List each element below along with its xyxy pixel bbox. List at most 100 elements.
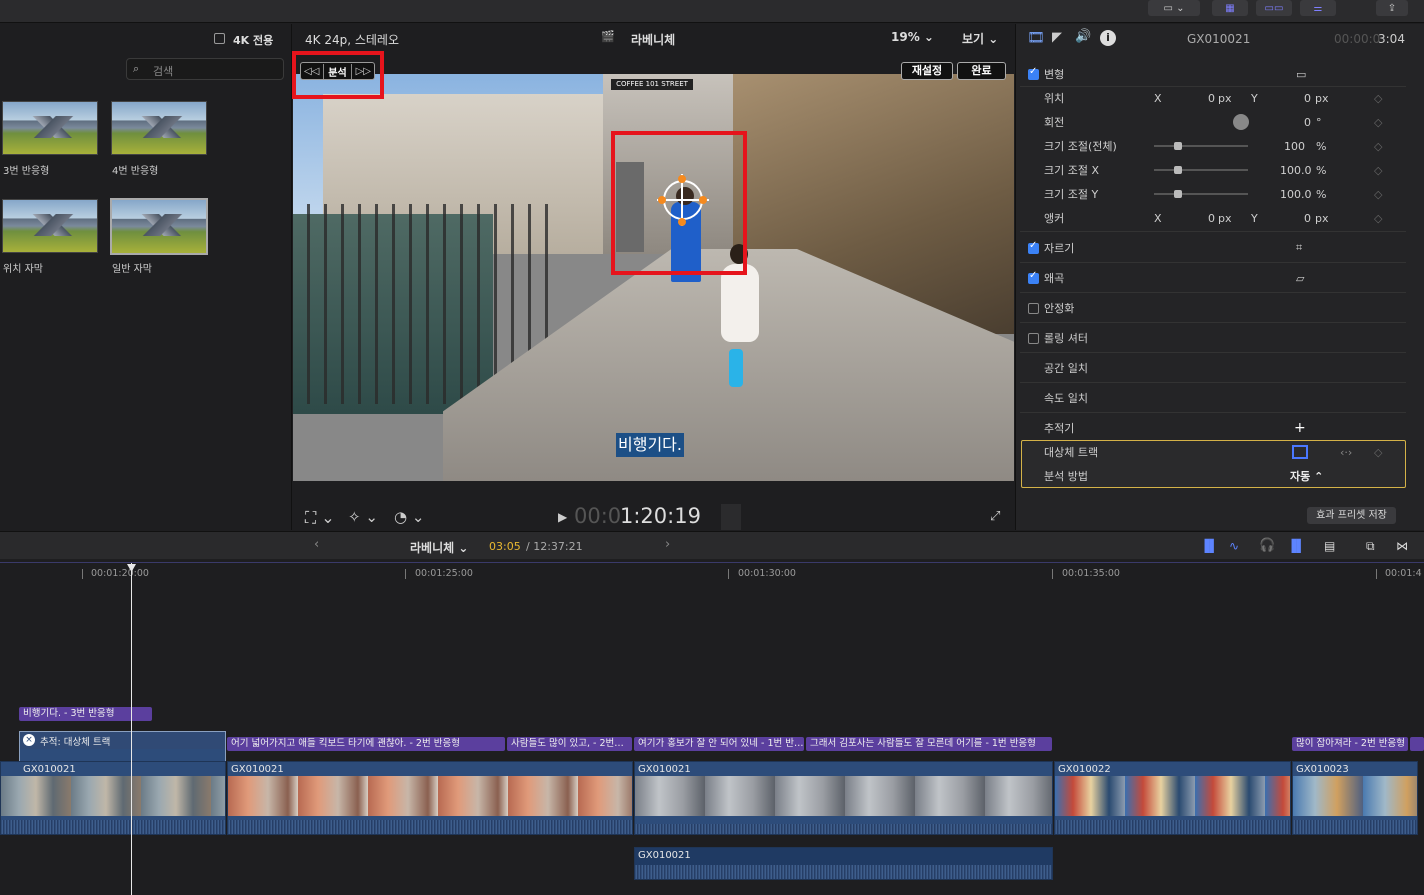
browser-item-thumb[interactable] (2, 101, 98, 155)
keyframe-icon[interactable]: ◇ (1374, 446, 1382, 459)
timeline-project-menu[interactable]: 라베니체 ⌄ (410, 539, 468, 556)
transform-tool-icon[interactable]: ⛶ ⌄ (305, 508, 335, 528)
keyframe-icon[interactable]: ◇ (1374, 140, 1382, 153)
title-clip[interactable]: 사람들도 많이 있고, - 2번… (507, 737, 632, 751)
video-clip[interactable]: GX010021 (0, 761, 226, 835)
keyframe-icon[interactable]: ◇ (1374, 92, 1382, 105)
scale-x-slider[interactable] (1154, 166, 1248, 174)
title-clip[interactable]: 여기가 홍보가 잘 안 되어 있네 - 1번 반… (634, 737, 804, 751)
anchor-y-value[interactable]: 0 (1304, 212, 1311, 225)
video-inspector-icon[interactable]: 🎞 (1027, 30, 1045, 46)
title-clip[interactable] (1410, 737, 1424, 751)
waveform-icon[interactable]: ∿ (1229, 539, 1239, 553)
browser-item-label: 4번 반응형 (112, 166, 159, 177)
anchor-label: 앵커 (1044, 212, 1065, 225)
title-clip[interactable]: 비행기다. - 3번 반응형 (19, 707, 152, 721)
analyze-button[interactable]: 분석 (323, 63, 352, 79)
keyframe-icon[interactable]: ◇ (1374, 188, 1382, 201)
distort-checkbox[interactable] (1028, 270, 1039, 284)
title-clip[interactable]: 그래서 김포사는 사람들도 잘 모른데 어기를 - 1번 반응형 (806, 737, 1052, 751)
transform-section[interactable]: 변형 ▭ (1020, 62, 1406, 86)
rate-conform-section[interactable]: 속도 일치 (1020, 386, 1406, 410)
magic-wand-icon[interactable]: ✧ ⌄ (348, 508, 378, 526)
analysis-method-select[interactable]: 자동 ⌃ (1290, 468, 1323, 484)
rotation-dial-icon[interactable] (1233, 114, 1249, 130)
crop-icon[interactable]: ⌗ (1296, 241, 1302, 255)
spatial-conform-section[interactable]: 공간 일치 (1020, 356, 1406, 380)
timeline-toggle-icon[interactable]: ▭▭ (1256, 0, 1292, 16)
color-inspector-icon[interactable]: ◤ (1052, 30, 1062, 45)
audio-inspector-icon[interactable]: 🔊 (1075, 29, 1091, 44)
audio-clip[interactable]: GX010021 (634, 847, 1053, 880)
timeline-index-icon[interactable]: ⧉ (1366, 539, 1375, 554)
display-options-button[interactable]: ▭ ⌄ (1148, 0, 1200, 16)
scale-x-value[interactable]: 100.0 (1280, 164, 1312, 177)
fullscreen-icon[interactable]: ⤢ (990, 509, 1000, 524)
info-icon[interactable]: i (1100, 30, 1116, 46)
anchor-x-value[interactable]: 0 (1208, 212, 1215, 225)
keyframe-icon[interactable]: ◇ (1374, 212, 1382, 225)
clip-filmstrip-icon[interactable]: ▤ (1324, 539, 1335, 553)
crop-section[interactable]: 자르기 ⌗ (1020, 236, 1406, 260)
subject-track-icon[interactable] (1292, 445, 1308, 459)
done-button[interactable]: 완료 (957, 62, 1006, 80)
video-clip[interactable]: GX010021 (634, 761, 1053, 835)
uhd-only-checkbox[interactable] (214, 33, 225, 44)
analyze-forward-button[interactable]: ▷▷ (356, 66, 371, 77)
scale-all-slider[interactable] (1154, 142, 1248, 150)
keyframe-icon[interactable]: ◇ (1374, 116, 1382, 129)
position-x-value[interactable]: 0 (1208, 92, 1215, 105)
effects-browser-icon[interactable]: ⋈ (1396, 539, 1408, 553)
playhead[interactable] (131, 563, 132, 895)
anchor-row: 앵커 X 0 px Y 0 px ◇ (1020, 206, 1406, 230)
scale-y-slider[interactable] (1154, 190, 1248, 198)
video-frame[interactable]: COFFEE 101 STREET 비행기다. (293, 74, 1014, 481)
inspector-toggle-icon[interactable]: ⚌ (1300, 0, 1336, 16)
speed-icon[interactable]: ◔ ⌄ (394, 508, 424, 526)
add-tracker-button[interactable]: + (1294, 420, 1306, 436)
snapping-icon[interactable]: ▐▌ (1287, 539, 1305, 553)
browser-item-thumb-selected[interactable] (110, 198, 208, 255)
rolling-shutter-checkbox[interactable] (1028, 332, 1039, 344)
video-clip[interactable]: GX010022 (1054, 761, 1291, 835)
browser-item-thumb[interactable] (2, 199, 98, 253)
browser-item-thumb[interactable] (111, 101, 207, 155)
search-field[interactable]: ⌕ 검색 (126, 58, 284, 80)
title-clip[interactable]: 어기 넓어가지고 애들 킥보드 타기에 괜찮아. - 2번 반응형 (227, 737, 505, 751)
history-back-icon[interactable]: ‹ (314, 537, 319, 552)
stabilize-section[interactable]: 안정화 (1020, 296, 1406, 320)
search-placeholder: 검색 (153, 65, 174, 78)
rotation-value[interactable]: 0 (1304, 116, 1311, 129)
scale-all-label: 크기 조절(전체) (1044, 140, 1117, 153)
video-clip[interactable]: GX010023 (1292, 761, 1418, 835)
share-icon[interactable]: ⇪ (1376, 0, 1408, 16)
distort-icon[interactable]: ▱ (1296, 272, 1304, 285)
prev-keyframe-icon[interactable]: ‹·› (1340, 446, 1352, 459)
view-menu[interactable]: 보기 ⌄ (962, 30, 998, 47)
crop-checkbox[interactable] (1028, 240, 1039, 254)
position-y-value[interactable]: 0 (1304, 92, 1311, 105)
video-clip[interactable]: GX010021 (227, 761, 633, 835)
transform-checkbox[interactable] (1028, 66, 1039, 80)
rolling-shutter-section[interactable]: 롤링 셔터 (1020, 326, 1406, 350)
play-button[interactable]: ▶ (558, 510, 567, 524)
clip-appearance-icon[interactable]: ▐▌ (1200, 539, 1218, 553)
scale-y-value[interactable]: 100.0 (1280, 188, 1312, 201)
keyframe-icon[interactable]: ◇ (1374, 164, 1382, 177)
analyze-backward-button[interactable]: ◁◁ (304, 66, 319, 77)
tracker-close-icon[interactable]: × (23, 734, 35, 746)
transform-icon[interactable]: ▭ (1296, 68, 1306, 81)
distort-section[interactable]: 왜곡 ▱ (1020, 266, 1406, 290)
scale-all-value[interactable]: 100 (1284, 140, 1305, 153)
analyze-controls: ◁◁ 분석 ▷▷ (300, 62, 375, 80)
reset-button[interactable]: 재설정 (901, 62, 953, 80)
save-preset-button[interactable]: 효과 프리셋 저장 (1307, 507, 1396, 524)
zoom-menu[interactable]: 19% ⌄ (891, 30, 934, 44)
headphones-icon[interactable]: 🎧 (1259, 538, 1275, 553)
timeline-ruler[interactable]: 00:01:20:00 00:01:25:00 00:01:30:00 00:0… (0, 562, 1424, 582)
stabilize-checkbox[interactable] (1028, 302, 1039, 314)
caption-text[interactable]: 비행기다. (616, 433, 684, 457)
browser-toggle-icon[interactable]: ▦ (1212, 0, 1248, 16)
history-forward-icon[interactable]: › (665, 537, 670, 552)
title-clip[interactable]: 많이 잡아져라 - 2번 반응형 (1292, 737, 1408, 751)
